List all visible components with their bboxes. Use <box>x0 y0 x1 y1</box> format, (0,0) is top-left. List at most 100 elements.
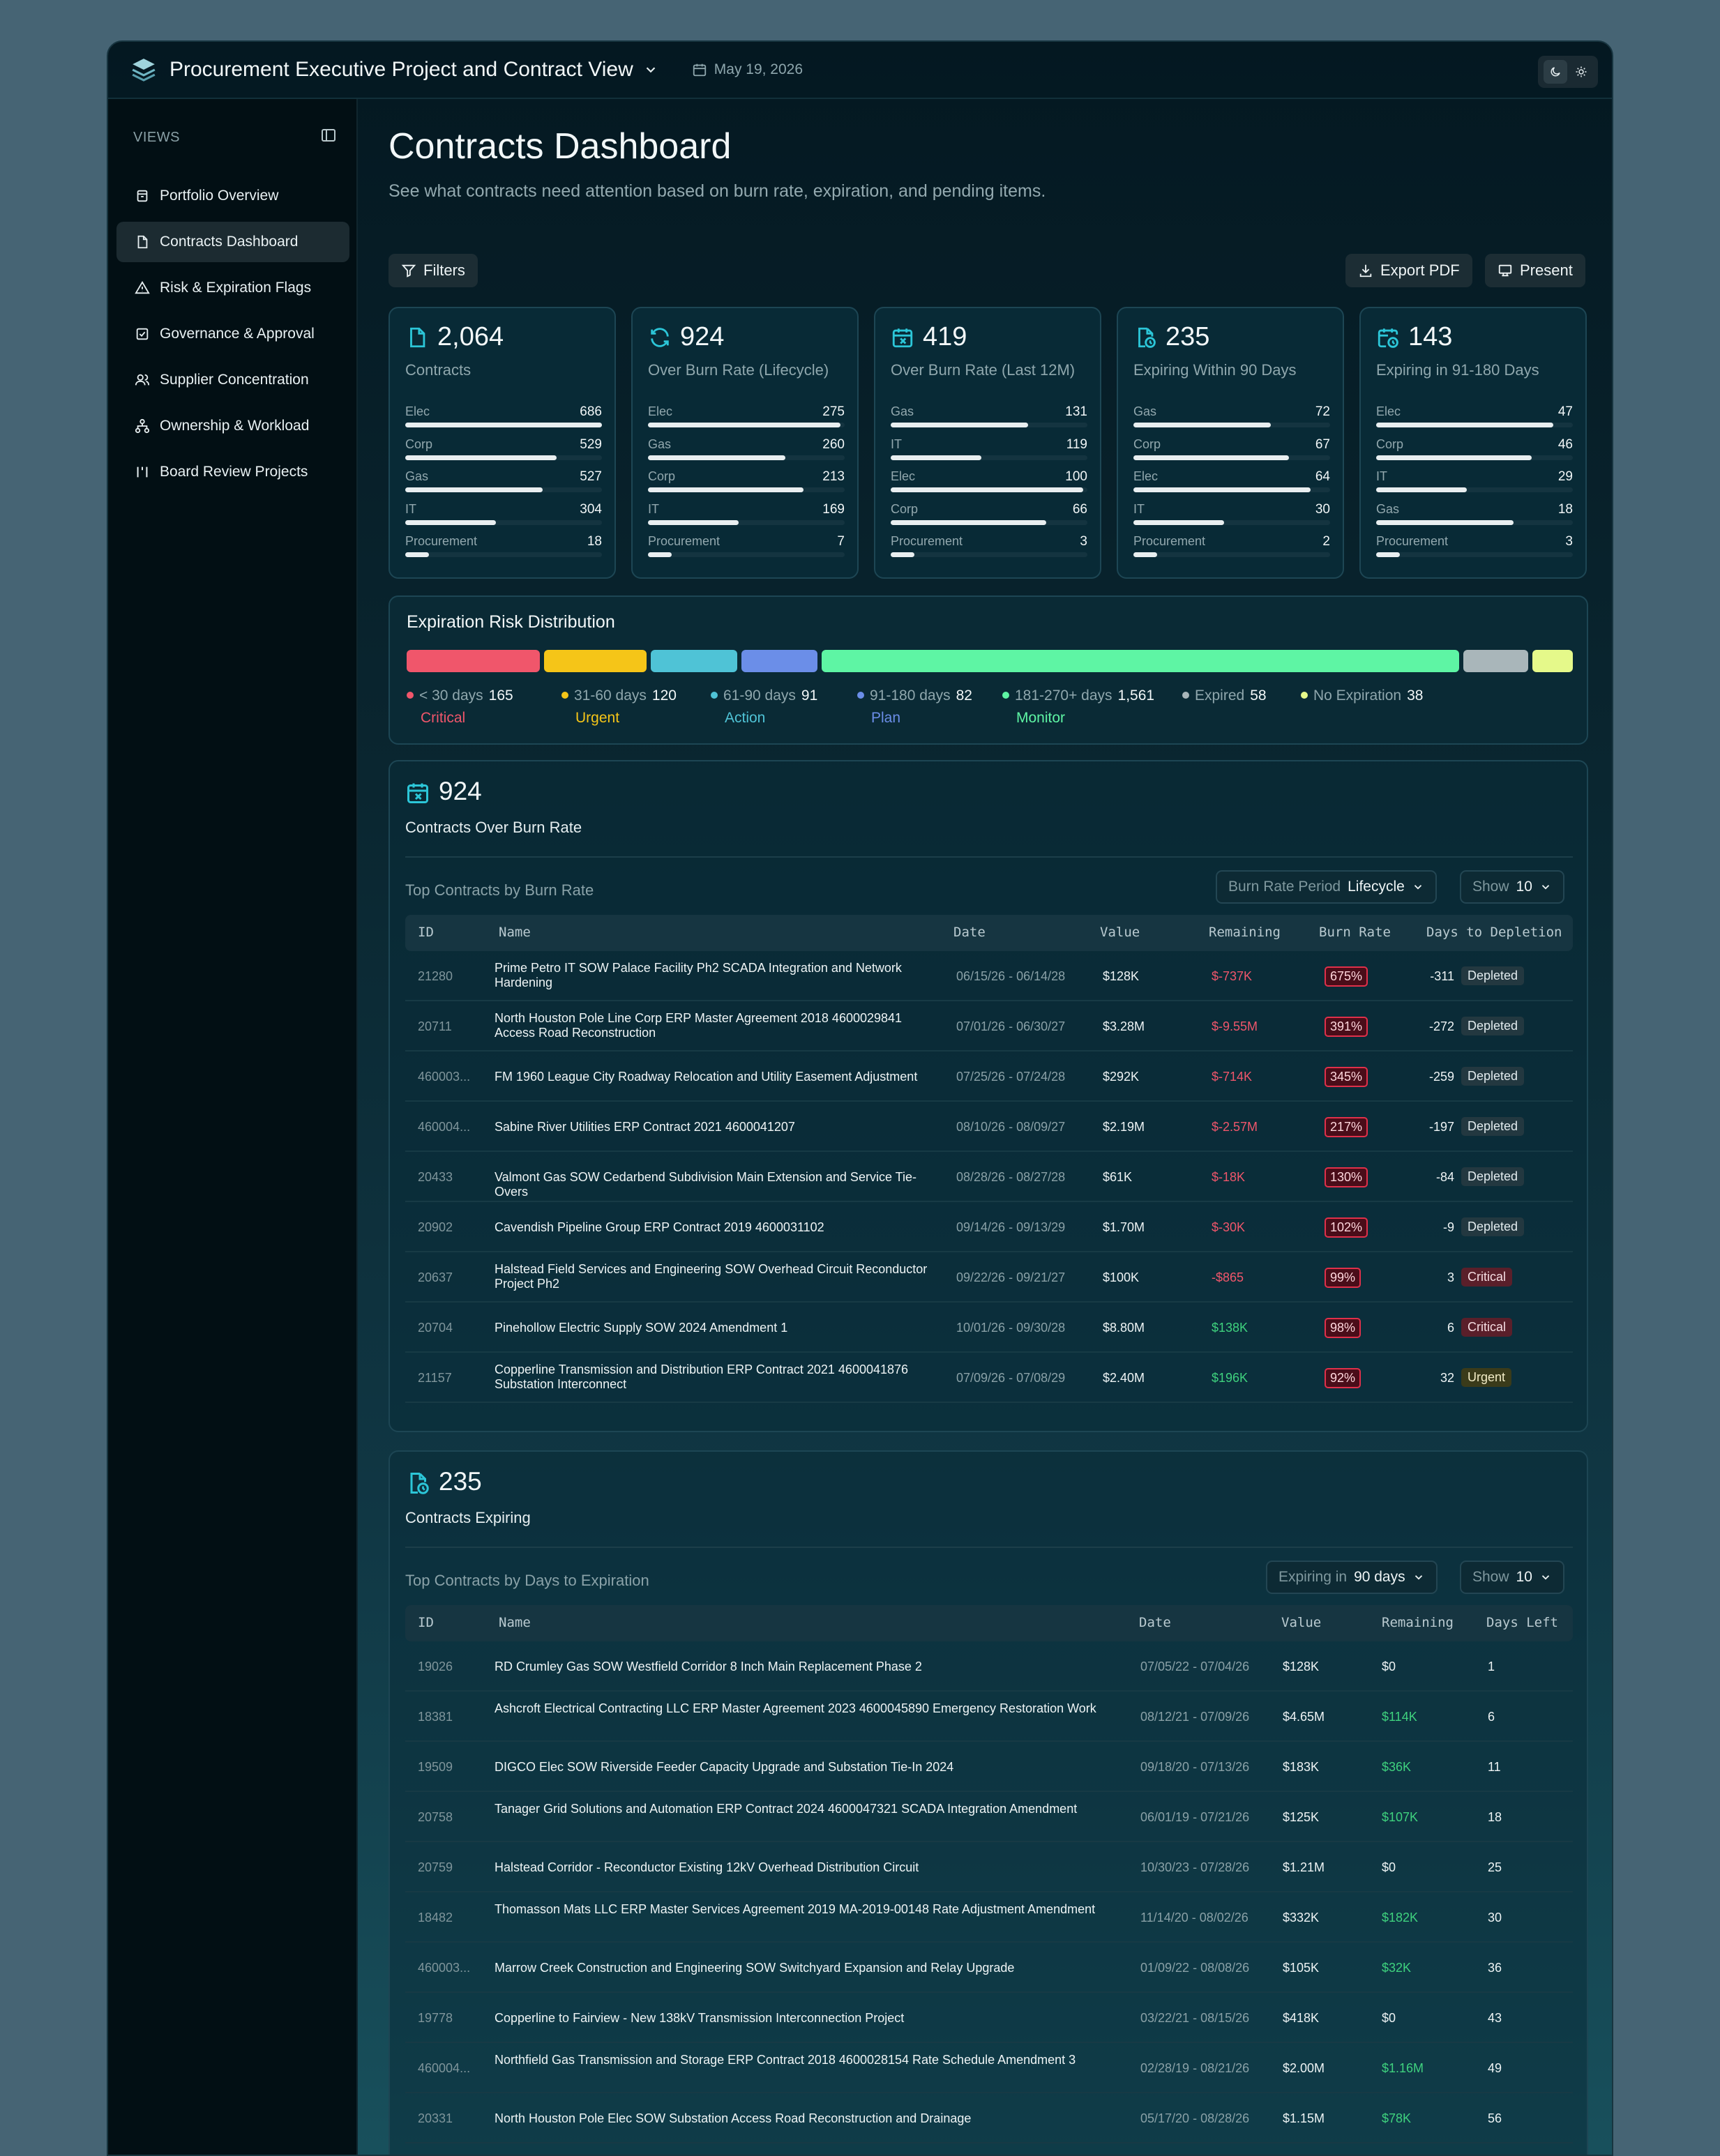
table-row[interactable]: 20433 Valmont Gas SOW Cedarbend Subdivisi… <box>405 1152 1573 1202</box>
contract-name[interactable]: Pinehollow Electric Supply SOW 2024 Amen… <box>495 1321 941 1335</box>
distribution-legend-item: No Expiration 38 <box>1301 688 1423 704</box>
contract-name[interactable]: North Houston Pole Line Corp ERP Master … <box>495 1011 941 1040</box>
column-header[interactable]: Name <box>499 1615 531 1630</box>
contract-name[interactable]: Copperline to Fairview - New 138kV Trans… <box>495 2011 1122 2026</box>
expiring-show-select[interactable]: Show 10 <box>1460 1561 1564 1594</box>
distribution-segment[interactable] <box>821 650 1460 672</box>
dark-mode-button[interactable] <box>1543 60 1567 84</box>
legend-status: Plan <box>871 710 901 726</box>
remaining-amount: $1.16M <box>1382 2061 1424 2075</box>
contract-name[interactable]: Halstead Field Services and Engineering … <box>495 1262 941 1291</box>
sidebar-item-supplier-concentration[interactable]: Supplier Concentration <box>116 360 349 400</box>
export-pdf-button[interactable]: Export PDF <box>1345 254 1472 287</box>
expiring-count: 235 <box>439 1467 482 1496</box>
contract-name[interactable]: North Houston Pole Elec SOW Substation A… <box>495 2111 1122 2126</box>
column-header[interactable]: Days Left <box>1486 1615 1558 1630</box>
table-row[interactable]: 21280 Prime Petro IT SOW Palace Facility … <box>405 951 1573 1001</box>
column-header[interactable]: Value <box>1281 1615 1321 1630</box>
contract-dates: 09/18/20 - 07/13/26 <box>1140 1760 1250 1774</box>
distribution-segment[interactable] <box>650 650 738 672</box>
column-header[interactable]: Burn Rate <box>1319 925 1391 940</box>
contract-name[interactable]: DIGCO Elec SOW Riverside Feeder Capacity… <box>495 1760 1122 1775</box>
contract-name[interactable]: Northfield Gas Transmission and Storage … <box>495 2053 1122 2067</box>
breakdown-name: Corp <box>648 469 676 483</box>
column-header[interactable]: Days to Depletion <box>1426 925 1562 940</box>
column-header[interactable]: Date <box>1139 1615 1171 1630</box>
burn-rate-badge: 217% <box>1325 1117 1368 1137</box>
remaining-amount: $78K <box>1382 2111 1412 2125</box>
table-row[interactable]: 19778 Copperline to Fairview - New 138kV … <box>405 1993 1573 2043</box>
contract-value: $1.70M <box>1103 1220 1145 1234</box>
light-mode-button[interactable] <box>1569 60 1593 84</box>
contract-name[interactable]: Cavendish Pipeline Group ERP Contract 20… <box>495 1220 941 1235</box>
column-header[interactable]: ID <box>418 925 434 940</box>
contract-name[interactable]: Ashcroft Electrical Contracting LLC ERP … <box>495 1701 1122 1716</box>
table-row[interactable]: 20902 Cavendish Pipeline Group ERP Contra… <box>405 1202 1573 1252</box>
column-header[interactable]: Remaining <box>1209 925 1281 940</box>
expiring-window-select[interactable]: Expiring in 90 days <box>1266 1561 1438 1594</box>
sidebar-item-risk-expiration-flags[interactable]: Risk & Expiration Flags <box>116 268 349 308</box>
sidebar-item-contracts-dashboard[interactable]: Contracts Dashboard <box>116 222 349 262</box>
contract-name[interactable]: Valmont Gas SOW Cedarbend Subdivision Ma… <box>495 1170 941 1199</box>
table-row[interactable]: 460004... Sabine River Utilities ERP Cont… <box>405 1102 1573 1152</box>
table-row[interactable]: 460003... FM 1960 League City Roadway Rel… <box>405 1052 1573 1102</box>
burn-rate-period-select[interactable]: Burn Rate Period Lifecycle <box>1216 870 1437 904</box>
remaining-amount: -$865 <box>1212 1270 1244 1284</box>
distribution-segment[interactable] <box>407 650 540 672</box>
table-row[interactable]: 20704 Pinehollow Electric Supply SOW 2024… <box>405 1303 1573 1353</box>
table-row[interactable]: 20759 Halstead Corridor - Reconductor Exi… <box>405 1842 1573 1892</box>
export-pdf-label: Export PDF <box>1380 261 1460 279</box>
remaining-amount: $182K <box>1382 1911 1419 1925</box>
table-row[interactable]: 19509 DIGCO Elec SOW Riverside Feeder Cap… <box>405 1742 1573 1792</box>
contract-name[interactable]: Tanager Grid Solutions and Automation ER… <box>495 1802 1122 1816</box>
table-row[interactable]: 20711 North Houston Pole Line Corp ERP Ma… <box>405 1001 1573 1052</box>
contract-name[interactable]: FM 1960 League City Roadway Relocation a… <box>495 1070 941 1084</box>
present-button[interactable]: Present <box>1485 254 1585 287</box>
app-title[interactable]: Procurement Executive Project and Contra… <box>169 58 633 82</box>
table-row[interactable]: 20637 Halstead Field Services and Enginee… <box>405 1252 1573 1303</box>
breakdown-name: Elec <box>891 469 916 483</box>
chevron-down-icon[interactable] <box>643 62 658 77</box>
table-row[interactable]: 19026 RD Crumley Gas SOW Westfield Corrid… <box>405 1641 1573 1692</box>
burn-count: 924 <box>439 777 482 805</box>
column-header[interactable]: Remaining <box>1382 1615 1454 1630</box>
contract-name[interactable]: RD Crumley Gas SOW Westfield Corridor 8 … <box>495 1660 1122 1674</box>
legend-label: 61-90 days <box>723 688 796 704</box>
column-header[interactable]: Name <box>499 925 531 940</box>
burn-show-select[interactable]: Show 10 <box>1460 870 1564 904</box>
distribution-segment[interactable] <box>543 650 647 672</box>
contract-dates: 08/10/26 - 08/09/27 <box>956 1120 1066 1134</box>
column-header[interactable]: ID <box>418 1615 434 1630</box>
table-row[interactable]: 18381 Ashcroft Electrical Contracting LLC… <box>405 1692 1573 1742</box>
filters-button[interactable]: Filters <box>388 254 478 287</box>
distribution-segment[interactable] <box>1463 650 1528 672</box>
column-header[interactable]: Date <box>953 925 986 940</box>
contract-name[interactable]: Sabine River Utilities ERP Contract 2021… <box>495 1120 941 1134</box>
distribution-segment[interactable] <box>1532 650 1573 672</box>
contract-id: 460003... <box>418 1070 471 1084</box>
sidebar-item-board-review-projects[interactable]: Board Review Projects <box>116 452 349 492</box>
column-header[interactable]: Value <box>1100 925 1140 940</box>
table-row[interactable]: 20331 North Houston Pole Elec SOW Substat… <box>405 2093 1573 2143</box>
contract-name[interactable]: Copperline Transmission and Distribution… <box>495 1362 941 1392</box>
breakdown-name: IT <box>405 501 416 516</box>
legend-label: 91-180 days <box>870 688 951 704</box>
contract-name[interactable]: Halstead Corridor - Reconductor Existing… <box>495 1860 1122 1875</box>
table-row[interactable]: 21157 Copperline Transmission and Distrib… <box>405 1353 1573 1403</box>
table-row[interactable]: 460004... Northfield Gas Transmission and… <box>405 2043 1573 2093</box>
table-row[interactable]: 18482 Thomasson Mats LLC ERP Master Servi… <box>405 1892 1573 1943</box>
sidebar-toggle-icon[interactable] <box>320 127 337 144</box>
distribution-segment[interactable] <box>741 650 817 672</box>
table-row[interactable]: 20758 Tanager Grid Solutions and Automati… <box>405 1792 1573 1842</box>
theme-toggle[interactable] <box>1538 56 1598 88</box>
sidebar-item-ownership-workload[interactable]: Ownership & Workload <box>116 406 349 446</box>
sidebar-item-portfolio-overview[interactable]: Portfolio Overview <box>116 176 349 216</box>
contract-name[interactable]: Thomasson Mats LLC ERP Master Services A… <box>495 1902 1122 1917</box>
breakdown-name: Gas <box>1133 404 1157 418</box>
file-icon <box>137 235 148 249</box>
sidebar-item-governance-approval[interactable]: Governance & Approval <box>116 314 349 354</box>
legend-status: Action <box>725 710 766 726</box>
contract-name[interactable]: Prime Petro IT SOW Palace Facility Ph2 S… <box>495 961 941 990</box>
table-row[interactable]: 460003... Marrow Creek Construction and E… <box>405 1943 1573 1993</box>
contract-name[interactable]: Marrow Creek Construction and Engineerin… <box>495 1961 1122 1975</box>
